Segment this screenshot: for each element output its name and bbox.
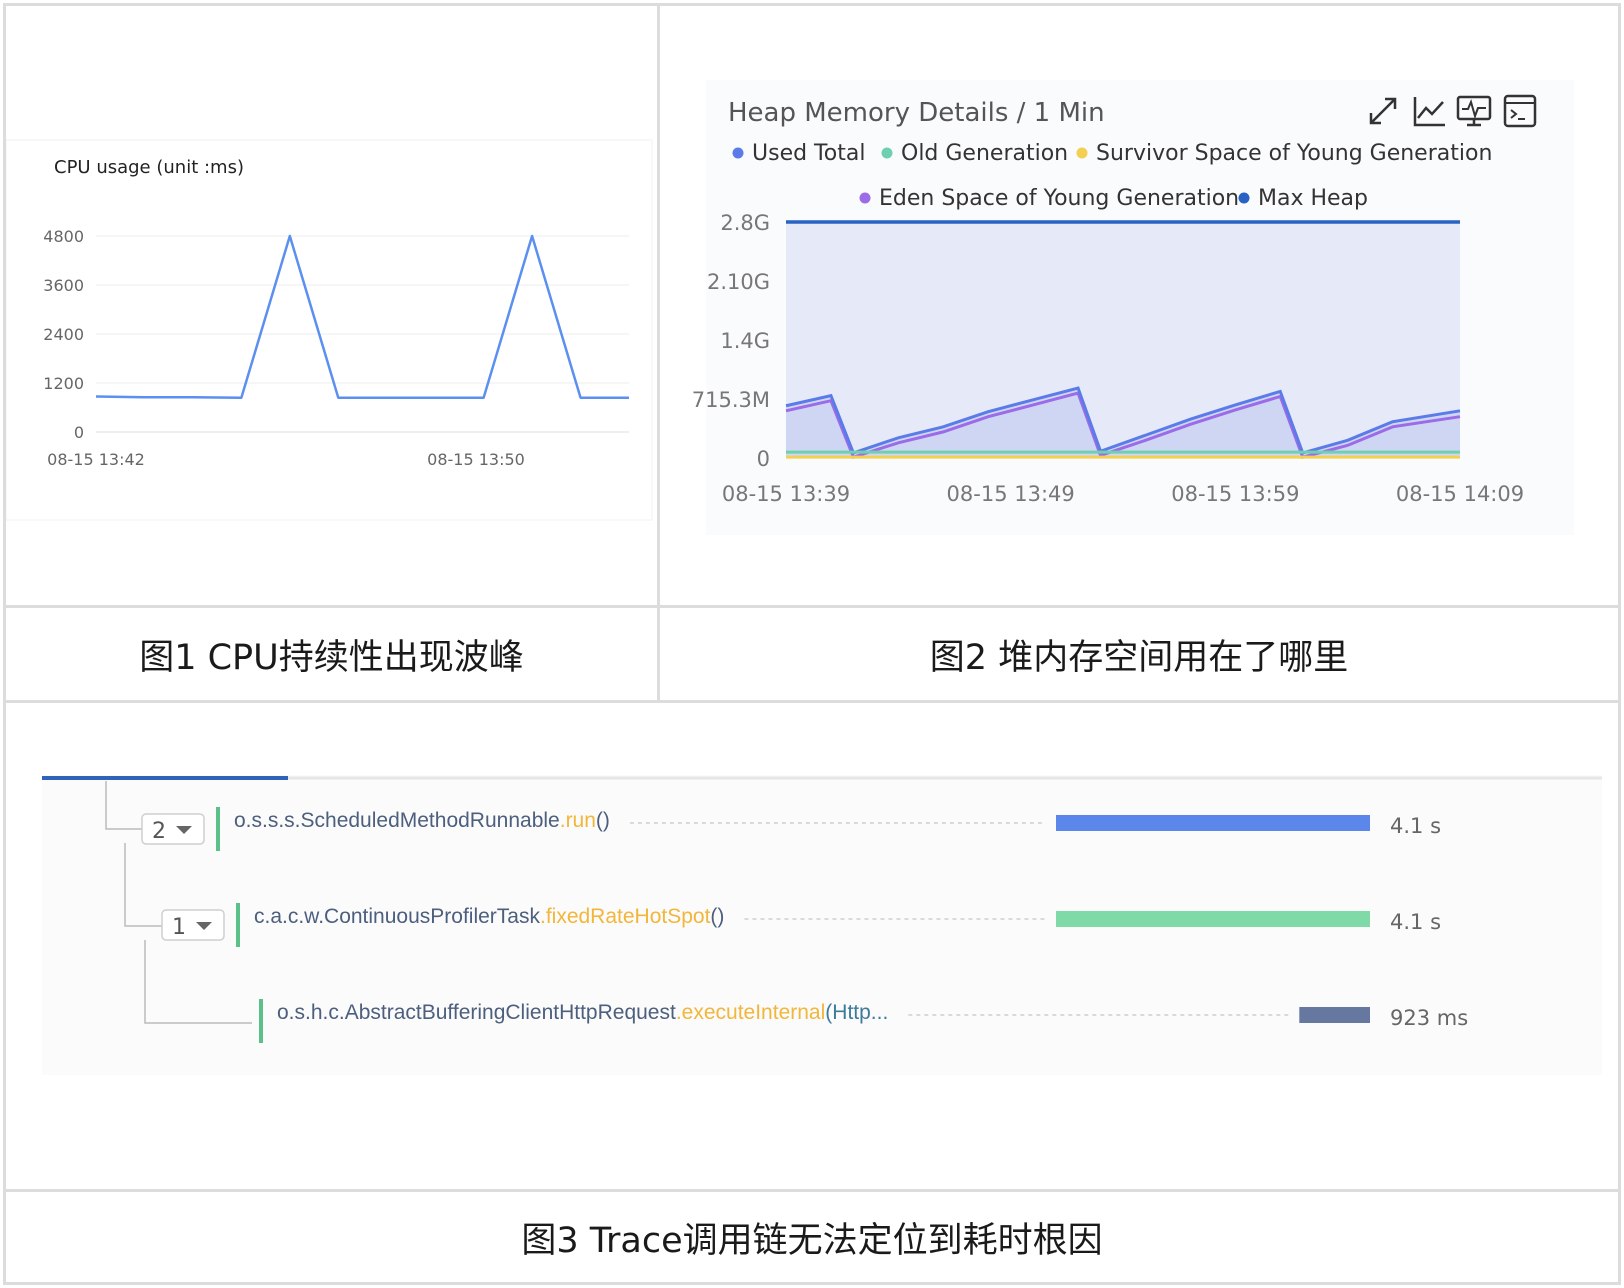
heap-legend-label: Eden Space of Young Generation	[879, 186, 1239, 211]
depth-dropdown[interactable]: 2	[141, 813, 205, 845]
heap-y-tick-label: 2.10G	[707, 270, 770, 294]
heap-legend-item[interactable]: Survivor Space of Young Generation	[1076, 141, 1493, 166]
trace-view: 2 o.s.s.s.ScheduledMethodRunnable.run() 4.…	[42, 775, 1602, 1075]
heap-y-tick-label: 0	[757, 447, 770, 471]
duration-label: 4.1 s	[1390, 814, 1441, 838]
cpu-y-tick-label: 1200	[43, 374, 84, 393]
cpu-x-tick-label: 08-15 13:42	[47, 450, 145, 469]
heap-x-tick-label: 08-15 14:09	[1396, 482, 1524, 506]
heap-legend-item[interactable]: Old Generation	[881, 141, 1069, 166]
span-name[interactable]: o.s.s.s.ScheduledMethodRunnable.run()	[234, 809, 610, 832]
heap-x-tick-label: 08-15 13:39	[722, 482, 850, 506]
heap-legend-item[interactable]: Eden Space of Young Generation	[859, 186, 1240, 211]
figure-2-caption: 图2 堆内存空间用在了哪里	[929, 637, 1349, 678]
heap-legend-label: Survivor Space of Young Generation	[1096, 141, 1492, 166]
heap-x-tick-label: 08-15 13:49	[947, 482, 1075, 506]
figure-1-caption: 图1 CPU持续性出现波峰	[139, 637, 524, 678]
span-name-part: executeInternal	[682, 1001, 826, 1024]
heap-legend-label: Old Generation	[901, 141, 1068, 166]
duration-bar	[1299, 1007, 1370, 1023]
heap-legend-label: Used Total	[752, 141, 865, 166]
span-name-part: fixedRateHotSpot	[546, 905, 711, 928]
legend-dot	[1076, 147, 1088, 159]
duration-bar	[1056, 911, 1370, 927]
span-name-part: run	[566, 809, 596, 832]
heap-legend-item[interactable]: Used Total	[732, 141, 866, 166]
depth-dropdown[interactable]: 1	[161, 909, 225, 941]
duration-label: 923 ms	[1390, 1006, 1468, 1030]
legend-dot	[732, 147, 744, 159]
cpu-chart-title: CPU usage (unit :ms)	[54, 157, 244, 178]
span-name-part: (Http...	[825, 1001, 888, 1024]
cpu-chart: CPU usage (unit :ms) 0 1200 2400 3600 4800 0…	[6, 139, 653, 521]
span-name-part: ()	[710, 905, 724, 928]
cpu-x-tick-label: 08-15 13:50	[427, 450, 525, 469]
heap-y-tick-label: 1.4G	[720, 329, 770, 353]
cpu-y-tick-label: 4800	[43, 227, 84, 246]
span-name[interactable]: c.a.c.w.ContinuousProfilerTask.fixedRate…	[254, 905, 724, 928]
figure-3-caption: 图3 Trace调用链无法定位到耗时根因	[521, 1220, 1103, 1261]
duration-bar	[1056, 815, 1370, 831]
heap-chart-title: Heap Memory Details / 1 Min	[728, 98, 1105, 128]
line-chart-icon[interactable]	[1412, 94, 1446, 128]
heap-legend-label: Max Heap	[1258, 186, 1368, 211]
cpu-y-tick-label: 2400	[43, 325, 84, 344]
cpu-y-tick-label: 0	[74, 423, 84, 442]
depth-dropdown-label: 2	[152, 819, 166, 844]
heap-y-tick-label: 715.3M	[692, 388, 770, 412]
expand-icon[interactable]	[1368, 96, 1398, 126]
legend-dot	[881, 147, 893, 159]
span-name-part: o.s.h.c.AbstractBufferingClientHttpReque…	[277, 1001, 676, 1024]
heap-x-tick-label: 08-15 13:59	[1171, 482, 1299, 506]
heap-series	[785, 220, 1461, 460]
heap-legend-item[interactable]: Max Heap	[1238, 186, 1369, 211]
legend-dot	[1238, 192, 1250, 204]
max-heap-area	[786, 222, 1460, 458]
span-name-part: c.a.c.w.ContinuousProfilerTask	[254, 905, 540, 928]
span-name-part: ()	[596, 809, 610, 832]
span-name[interactable]: o.s.h.c.AbstractBufferingClientHttpReque…	[277, 1001, 888, 1024]
duration-label: 4.1 s	[1390, 910, 1441, 934]
heap-chart: Heap Memory Details / 1 Min Used Total Ol…	[692, 80, 1574, 535]
heap-y-tick-label: 2.8G	[720, 211, 770, 235]
cpu-y-tick-label: 3600	[43, 276, 84, 295]
span-name-part: o.s.s.s.ScheduledMethodRunnable	[234, 809, 560, 832]
legend-dot	[859, 192, 871, 204]
depth-dropdown-label: 1	[172, 915, 186, 940]
